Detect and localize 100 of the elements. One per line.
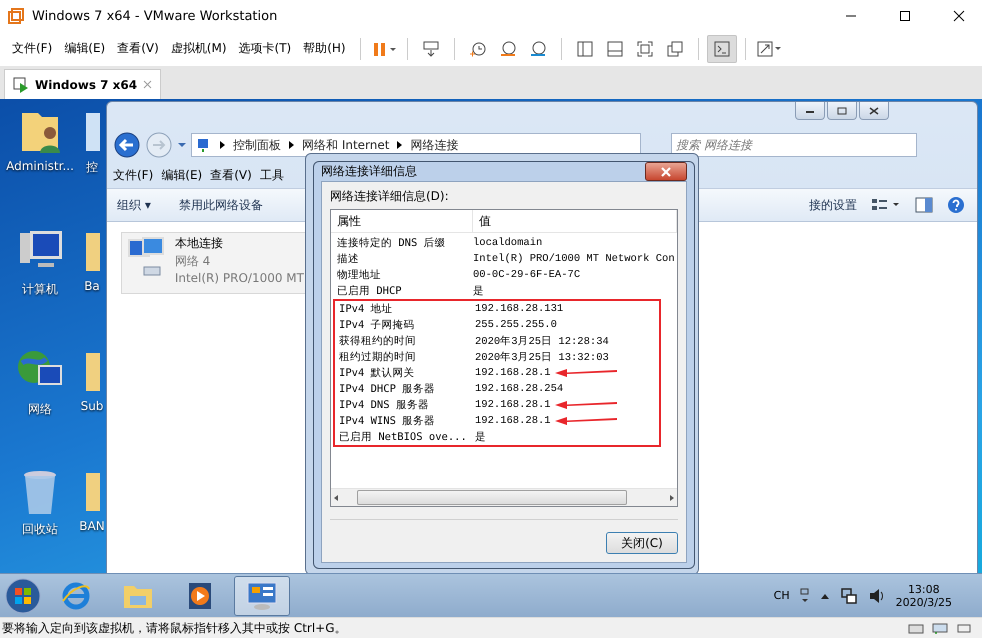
preview-pane-icon[interactable] xyxy=(915,197,933,214)
value-cell-text: 是 xyxy=(473,284,484,298)
breadcrumb-item[interactable]: 网络连接 xyxy=(410,136,458,154)
value-cell-text: 2020年3月25日 12:28:34 xyxy=(475,334,609,348)
speaker-icon[interactable] xyxy=(868,586,886,605)
arrow-annotation xyxy=(554,400,619,410)
command-button[interactable]: 组织 ▾ xyxy=(117,196,151,214)
property-cell-text: 已启用 NetBIOS ove... xyxy=(338,430,468,444)
value-cell: 192.168.28.254 xyxy=(475,383,564,396)
scrollbar-thumb[interactable] xyxy=(357,490,627,506)
property-cell-text: 描述 xyxy=(336,252,360,266)
property-cell-text: 连接特定的 DNS 后缀 xyxy=(336,236,447,250)
console-button[interactable] xyxy=(706,34,737,63)
desktop-icon-label[interactable]: BAN xyxy=(80,519,104,534)
taskbar-app-button[interactable] xyxy=(234,576,290,616)
menu-item[interactable]: 查看(V) xyxy=(206,166,256,184)
dialog-title: 网络连接详细信息 xyxy=(321,163,417,180)
maximize-button[interactable] xyxy=(827,102,857,120)
maximize-icon xyxy=(837,106,847,115)
usb-device-icon[interactable] xyxy=(956,622,972,634)
clock-date: 2020/3/25 xyxy=(896,596,952,609)
column-header[interactable]: 值 xyxy=(473,210,677,232)
menu-item[interactable]: 编辑(E) xyxy=(58,40,112,58)
keyboard-options-icon[interactable] xyxy=(800,588,810,604)
value-cell: localdomain xyxy=(473,237,542,250)
menu-item[interactable]: 编辑(E) xyxy=(157,166,206,184)
property-cell-text: IPv4 DHCP 服务器 xyxy=(338,382,436,396)
menu-item[interactable]: 文件(F) xyxy=(109,166,158,184)
terminal-icon xyxy=(712,40,731,58)
maximize-icon xyxy=(899,10,911,22)
value-cell: Intel(R) PRO/1000 MT Network Con xyxy=(473,253,675,266)
property-cell-text: IPv4 DNS 服务器 xyxy=(338,398,430,412)
breadcrumb-item[interactable]: 控制面板 xyxy=(233,136,281,154)
value-cell: 255.255.255.0 xyxy=(475,319,557,332)
chevron-icon xyxy=(289,141,294,150)
menu-item[interactable]: 帮助(H) xyxy=(297,40,352,58)
command-button[interactable]: 接的设置 xyxy=(809,196,857,214)
clock-time: 13:08 xyxy=(908,582,940,596)
property-cell-text: 获得租约的时间 xyxy=(338,334,417,348)
horizontal-scrollbar[interactable] xyxy=(331,488,677,506)
desktop-icon-label[interactable]: Administr... xyxy=(6,159,74,174)
connection-name: 本地连接 xyxy=(174,235,224,252)
help-icon[interactable] xyxy=(947,196,965,214)
window-title: Windows 7 x64 - VMware Workstation xyxy=(32,8,278,24)
list-label: 网络连接详细信息(D): xyxy=(330,188,450,206)
language-indicator[interactable]: CH xyxy=(774,589,790,602)
value-cell: 192.168.28.131 xyxy=(475,303,564,316)
control-panel-icon xyxy=(246,580,278,611)
property-cell-text: IPv4 WINS 服务器 xyxy=(338,414,436,428)
connection-adapter: Intel(R) PRO/1000 MT xyxy=(174,271,304,286)
vm-tab[interactable]: Windows 7 x64 xyxy=(4,69,162,100)
value-cell: 192.168.28.1 xyxy=(475,415,551,428)
menu-item[interactable]: 选项卡(T) xyxy=(232,40,298,58)
network-adapter-icon[interactable] xyxy=(932,622,948,634)
network-status-icon[interactable] xyxy=(840,586,858,605)
close-icon[interactable] xyxy=(143,80,152,90)
status-message: 要将输入定向到该虚拟机，请将鼠标指针移入其中或按 Ctrl+G。 xyxy=(2,620,348,637)
arrow-annotation xyxy=(554,368,619,378)
browser-e-icon xyxy=(61,580,91,611)
property-cell-text: IPv4 默认网关 xyxy=(338,366,416,380)
start-button[interactable] xyxy=(4,576,42,615)
caret-up-icon[interactable] xyxy=(820,592,830,600)
menu-item[interactable]: 虚拟机(M) xyxy=(164,40,233,58)
clock[interactable]: 13:08 2020/3/25 xyxy=(896,582,952,609)
desktop-icon-label[interactable]: 回收站 xyxy=(22,521,58,538)
column-header[interactable]: 属性 xyxy=(331,210,473,232)
search-field[interactable]: 搜索 网络连接 xyxy=(671,133,917,158)
desktop-icon-label[interactable]: 计算机 xyxy=(22,281,58,298)
connection-network: 网络 4 xyxy=(174,253,212,270)
breadcrumb-item[interactable]: 网络和 Internet xyxy=(302,136,390,154)
property-cell-text: IPv4 子网掩码 xyxy=(338,318,416,332)
desktop-icon-label[interactable]: Sub xyxy=(80,399,104,414)
close-icon xyxy=(660,166,672,177)
menu-item[interactable]: 文件(F) xyxy=(6,40,58,58)
close-icon xyxy=(953,10,965,22)
view-options-icon[interactable] xyxy=(871,198,901,212)
minimize-button[interactable] xyxy=(795,102,825,120)
property-cell-text: 物理地址 xyxy=(336,268,382,282)
value-cell: 192.168.28.1 xyxy=(475,399,551,412)
menu-item[interactable]: 查看(V) xyxy=(111,40,165,58)
arrow-annotation xyxy=(554,416,619,426)
back-button[interactable] xyxy=(113,131,141,160)
close-dialog-button[interactable]: 关闭(C) xyxy=(606,532,678,554)
command-button[interactable]: 禁用此网络设备 xyxy=(178,196,263,214)
value-cell-text: 2020年3月25日 13:32:03 xyxy=(475,350,609,364)
value-cell-text: 是 xyxy=(475,430,486,444)
menu-item[interactable]: 工具 xyxy=(256,166,288,184)
desktop-icon-label[interactable]: 控 xyxy=(86,159,98,176)
close-button[interactable] xyxy=(859,102,889,120)
chevron-icon xyxy=(397,141,402,150)
desktop-icon-label[interactable]: 网络 xyxy=(28,401,52,418)
value-cell: 00-0C-29-6F-EA-7C xyxy=(473,269,580,282)
network-connection-item[interactable]: 本地连接 网络 4 Intel(R) PRO/1000 MT xyxy=(121,232,307,294)
property-cell-text: IPv4 地址 xyxy=(338,302,394,316)
close-icon xyxy=(869,106,879,115)
property-cell-text: 已启用 DHCP xyxy=(336,284,403,298)
value-cell: 192.168.28.1 xyxy=(475,367,551,380)
close-button[interactable] xyxy=(645,162,687,182)
chevron-icon xyxy=(220,141,225,150)
desktop-icon-label[interactable]: Ba xyxy=(84,279,100,294)
